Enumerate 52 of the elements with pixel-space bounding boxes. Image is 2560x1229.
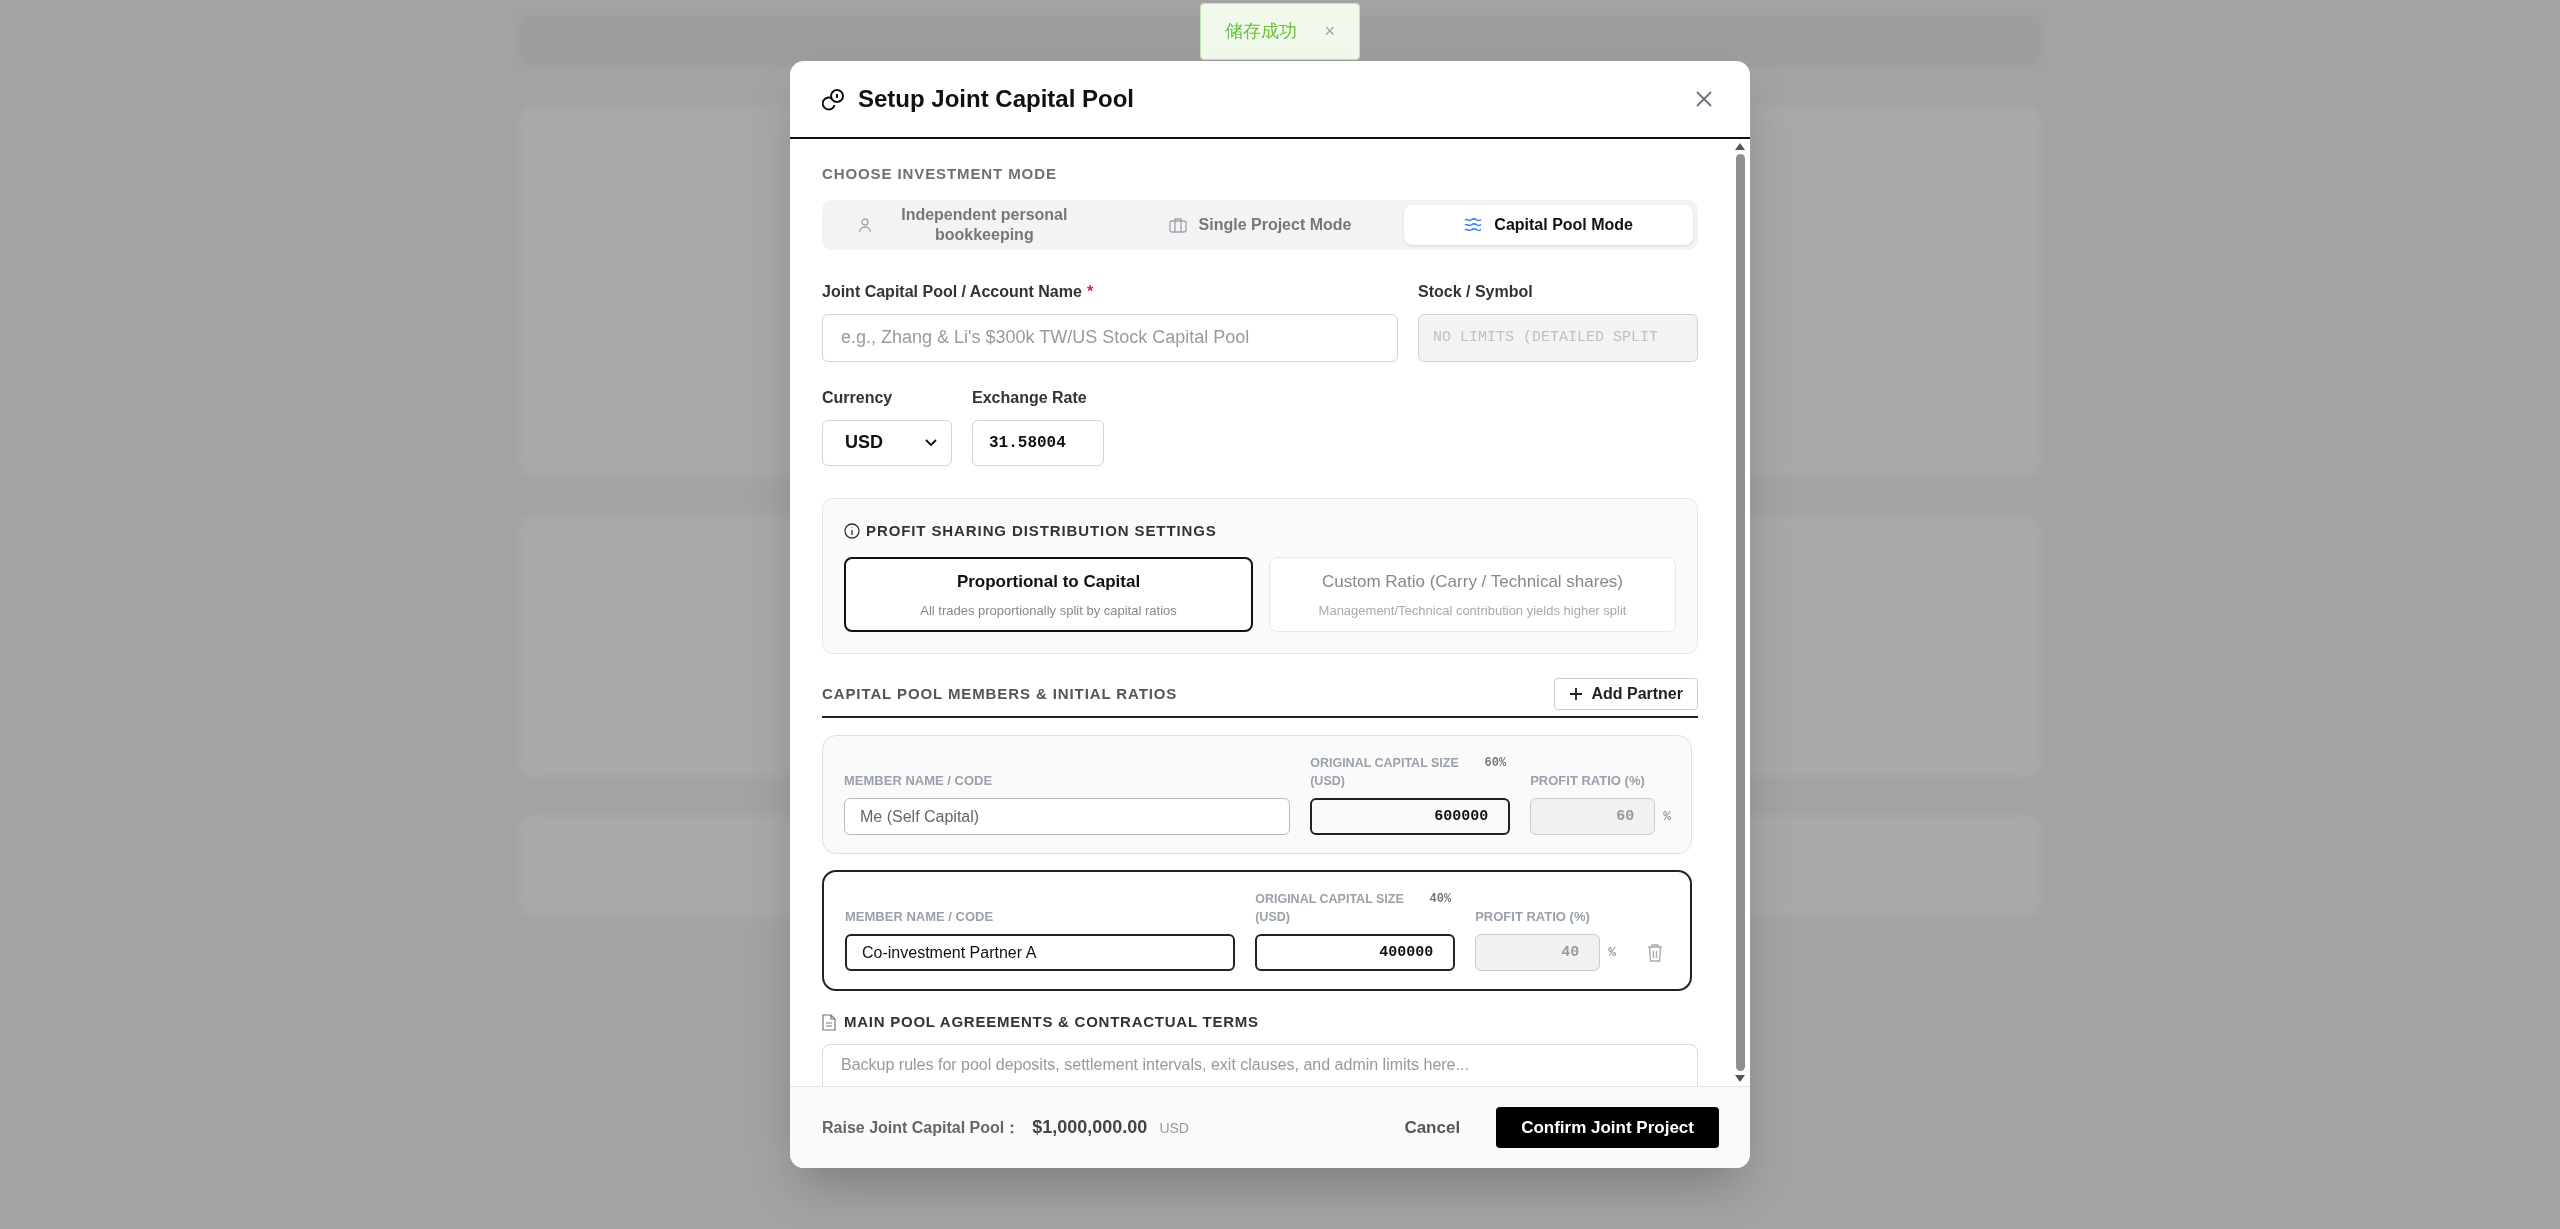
profit-option[interactable]: Custom Ratio (Carry / Technical shares) Management/Technical contribution yields higher split [1269,557,1676,632]
scroll-up-icon [1735,143,1745,150]
required-mark: * [1086,281,1094,302]
pool-name-field[interactable]: e.g., Zhang & Li's $300k TW/US Stock Capital Pool [822,313,1398,362]
field-label: MEMBER NAME / CODE [845,907,995,926]
total-amount: $1,000,000.00 [1032,1116,1148,1139]
capital-amount-field[interactable]: 600000 [1310,798,1511,835]
capital-share: 60% [1484,755,1507,772]
field-label: Currency [822,387,894,408]
toast-message: 储存成功 [1225,20,1297,43]
total-label: Raise Joint Capital Pool： [822,1118,1021,1138]
profit-option[interactable]: Proportional to Capital All trades proportionally split by capital ratios [844,557,1253,632]
document-icon [822,1013,836,1031]
field-label: PROFIT RATIO (%) [1475,907,1591,926]
section-label: CHOOSE INVESTMENT MODE [822,164,1058,184]
coins-icon [822,87,846,111]
scroll-down-icon [1735,1075,1745,1082]
plus-icon [1569,687,1584,701]
percent-unit: % [1608,943,1616,962]
chevron-down-icon [925,438,937,447]
section-label: PROFIT SHARING DISTRIBUTION SETTINGS [866,520,1217,541]
dialog-title: Setup Joint Capital Pool [858,84,1134,114]
person-icon [858,216,873,233]
member-name-field[interactable]: Co-investment Partner A [845,934,1236,971]
close-icon [1694,89,1714,109]
mode-tab[interactable]: Single Project Mode [1115,204,1405,245]
field-label: MEMBER NAME / CODE [844,771,994,790]
mode-tab[interactable]: Independent personal bookkeeping [827,204,1116,245]
field-label: Joint Capital Pool / Account Name [822,281,1082,302]
section-label: CAPITAL POOL MEMBERS & INITIAL RATIOS [822,683,1178,704]
field-label: ORIGINAL CAPITAL SIZE (USD) [1310,755,1460,790]
cancel-button[interactable]: Cancel [1404,1114,1461,1141]
terms-field[interactable]: Backup rules for pool deposits, settlement intervals, exit clauses, and admin limits here... [822,1043,1698,1086]
field-label: Exchange Rate [972,387,1088,408]
info-icon [844,522,860,539]
field-label: ORIGINAL CAPITAL SIZE (USD) [1255,891,1405,926]
percent-unit: % [1663,807,1671,826]
capital-share: 40% [1429,891,1452,908]
currency-select[interactable]: USD [822,419,952,466]
capital-amount-field[interactable]: 400000 [1255,934,1456,971]
waves-icon [1464,217,1483,232]
field-label: PROFIT RATIO (%) [1530,771,1646,790]
field-label: Stock / Symbol [1418,281,1534,302]
briefcase-icon [1168,216,1187,233]
confirm-button[interactable]: Confirm Joint Project [1496,1107,1719,1148]
section-label: MAIN POOL AGREEMENTS & CONTRACTUAL TERMS [844,1012,1259,1032]
member-name-field[interactable]: Me (Self Capital) [844,798,1291,835]
add-partner-button[interactable]: Add Partner [1554,678,1698,710]
mode-tab[interactable]: Capital Pool Mode [1404,204,1693,245]
currency-code: USD [1159,1119,1189,1138]
exchange-rate-field[interactable]: 31.58004 [972,419,1104,466]
trash-icon [1647,942,1663,963]
